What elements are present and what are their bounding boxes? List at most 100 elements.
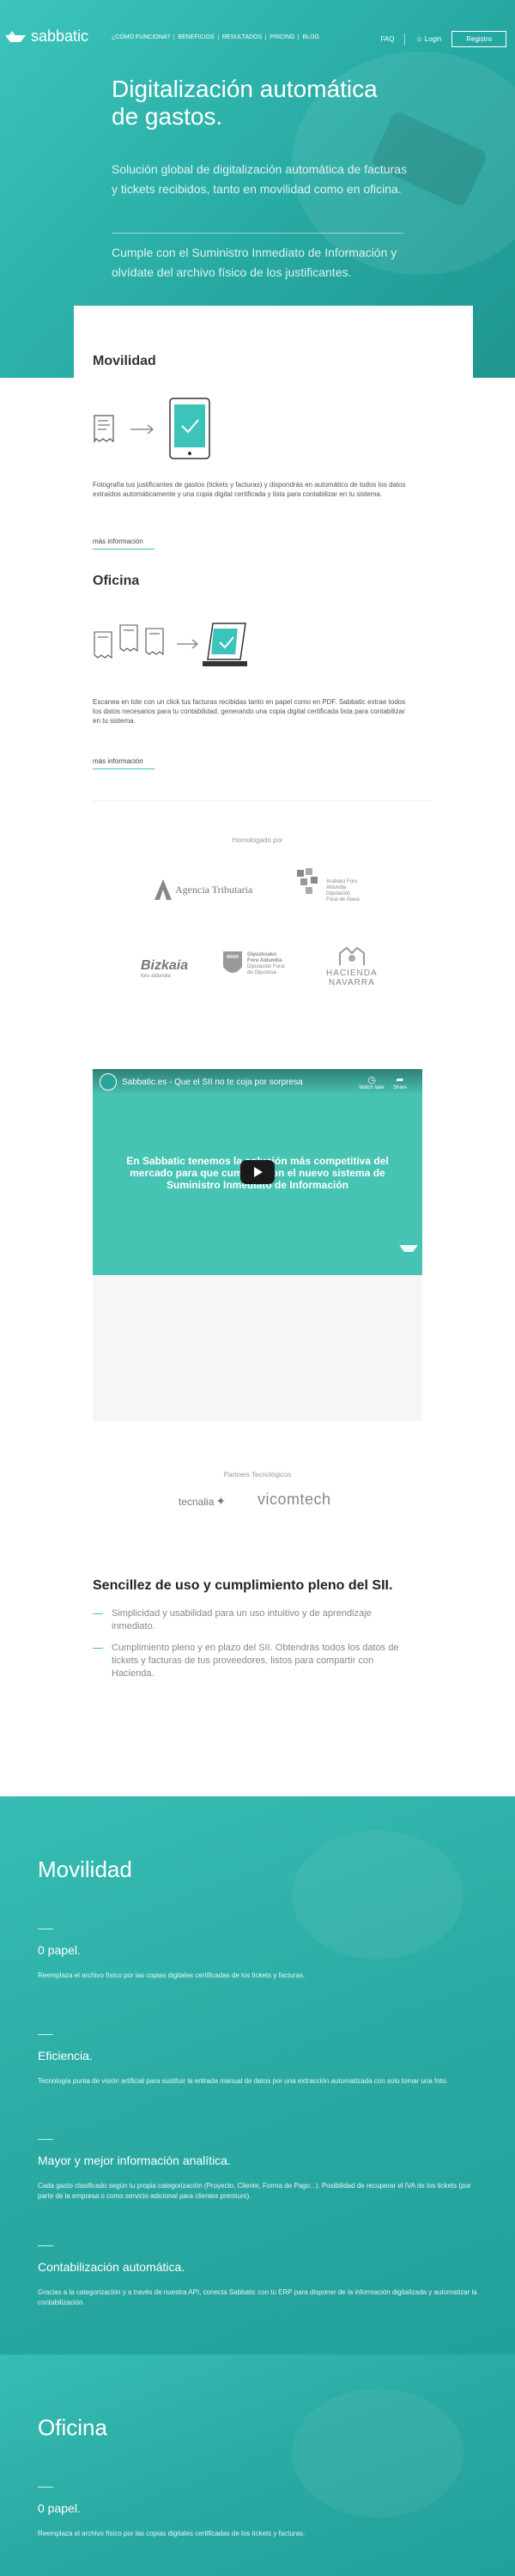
watch-later-button[interactable]: ◷ Watch later — [359, 1074, 385, 1091]
scanner-illustration — [94, 623, 247, 666]
gipuzkoa-text: Gipuzkoako Foru Aldundia Diputación Fora… — [247, 952, 285, 976]
share-button[interactable]: ➦ Share — [393, 1074, 407, 1091]
oficina-text: Escanea en lote con un click tus factura… — [93, 698, 406, 725]
nav-faq[interactable]: FAQ — [380, 35, 394, 43]
nav-right: FAQ ☺ Login Registro — [380, 31, 506, 47]
feature-item: Eficiencia. Tecnología punta de visión a… — [38, 2034, 484, 2087]
oficina-title: Oficina — [93, 574, 140, 588]
feature-item-title: 0 papel. — [38, 1943, 81, 1957]
movilidad-title: Movilidad — [93, 354, 156, 368]
vicomtech-name: vicomtech — [258, 1491, 331, 1508]
nav-beneficios[interactable]: BENEFICIOS — [174, 34, 219, 40]
play-icon — [254, 1167, 263, 1177]
boat-watermark-icon — [399, 1245, 418, 1252]
scanner-icon — [203, 623, 247, 666]
youtube-video-embed[interactable]: Sabbatic.es - Que el SII no te coja por … — [93, 1069, 422, 1275]
feature-item-text: Reemplaza el archivo físico por las copi… — [38, 1971, 306, 1979]
watch-later-label: Watch later — [359, 1085, 385, 1091]
feature-item-title: 0 papel. — [38, 2501, 81, 2515]
video-placeholder-area — [93, 1275, 422, 1421]
feature-bar — [38, 2139, 53, 2140]
feature-item-title: Eficiencia. — [38, 2049, 93, 2063]
hero-phone-image — [369, 109, 489, 209]
login-link[interactable]: ☺ Login — [415, 35, 441, 43]
receipt-icon — [94, 415, 114, 443]
hacienda-navarra-logo: HACIENDA NAVARRA — [326, 945, 378, 987]
nav-resultados[interactable]: RESULTADOS — [219, 34, 267, 40]
sencillez-title: Sencillez de uso y cumplimiento pleno de… — [93, 1578, 393, 1593]
boat-logo-icon — [5, 30, 26, 42]
araba-line-1: Arabako Foru — [326, 879, 358, 884]
hero-subtitle-2: Cumple con el Suministro Inmediato de In… — [112, 246, 397, 279]
logo[interactable]: sabbatic — [3, 27, 88, 46]
list-item: Simplicidad y usabilidad para un uso int… — [93, 1607, 402, 1633]
movilidad-text: Fotografía tus justificantes de gastos (… — [93, 481, 406, 498]
feature-item-title: Contabilización automática. — [38, 2260, 185, 2274]
user-icon: ☺ — [415, 35, 423, 43]
partners-title: Partners Tecnológicos — [223, 1471, 292, 1479]
nav-divider — [404, 33, 406, 46]
feature-bar — [38, 2245, 53, 2246]
bizkaia-sub: foru aldundia — [141, 974, 171, 979]
logo-text: sabbatic — [31, 27, 89, 45]
araba-line-2: Aldundia — [326, 885, 347, 890]
login-label: Login — [424, 35, 442, 43]
gipuzkoa-line-3: Diputación Foral — [247, 964, 285, 969]
arrow-right-icon — [177, 639, 198, 649]
feature-movilidad-section: Movilidad 0 papel. Reemplaza el archivo … — [0, 1796, 515, 2354]
feature-item: Mayor y mejor información analítica. Cad… — [38, 2139, 484, 2202]
navarra-line-1: HACIENDA — [326, 969, 378, 978]
feature-item-text: Reemplaza el archivo físico por las copi… — [38, 2530, 306, 2537]
araba-line-3: Diputación — [326, 891, 351, 896]
list-item: Cumplimiento pleno y en plazo del SII. O… — [93, 1642, 402, 1680]
araba-logo: Arabako Foru Aldundia Diputación Foral d… — [295, 864, 360, 903]
bizkaia-name: Bizkaia — [141, 958, 189, 973]
feature-item-text: Gracias a la categorización y a través d… — [38, 2288, 477, 2306]
feature-oficina-section: Oficina 0 papel. Reemplaza el archivo fí… — [0, 2354, 515, 2576]
feature-oficina-title: Oficina — [38, 2415, 107, 2440]
hero-title: Digitalización automática de gastos. — [112, 76, 378, 130]
features-card — [74, 306, 473, 821]
nav-pricing[interactable]: PRICING — [266, 34, 300, 40]
feature-movilidad-title: Movilidad — [38, 1856, 132, 1882]
agencia-tributaria-logo: Agencia Tributaria — [153, 878, 252, 902]
share-icon: ➦ — [396, 1075, 404, 1085]
nav-blog[interactable]: BLOG — [299, 34, 322, 40]
hero-divider — [112, 233, 403, 234]
navarra-crest-icon — [338, 946, 365, 965]
gipuzkoa-line-4: de Gipuzkoa — [247, 970, 276, 975]
smartphone-icon — [169, 398, 210, 459]
gipuzkoa-line-1: Gipuzkoako — [247, 952, 277, 957]
channel-avatar[interactable] — [100, 1073, 117, 1091]
tecnalia-mark-icon: ✦ — [215, 1494, 227, 1508]
register-button[interactable]: Registro — [451, 31, 506, 47]
araba-line-4: Foral de Álava — [326, 897, 360, 902]
clock-icon: ◷ — [367, 1075, 376, 1085]
vicomtech-logo: vicomtech — [258, 1491, 331, 1509]
feature-item-text: Tecnología punta de visión artificial pa… — [38, 2077, 448, 2085]
hero-subtitle: Solución global de digitalización automá… — [112, 162, 407, 196]
oficina-more-link[interactable]: más información — [93, 757, 154, 769]
gipuzkoa-line-2: Foru Aldundia — [247, 958, 282, 963]
gipuzkoa-logo: Gipuzkoako Foru Aldundia Diputación Fora… — [221, 950, 285, 979]
bizkaia-logo: Bizkaia foru aldundia — [141, 958, 188, 980]
movilidad-more-link[interactable]: más información — [93, 538, 154, 550]
feature-item-title: Mayor y mejor información analítica. — [38, 2154, 231, 2167]
share-label: Share — [393, 1085, 408, 1091]
sencillez-list: Simplicidad y usabilidad para un uso int… — [93, 1607, 402, 1689]
tecnalia-name: tecnalia — [179, 1495, 215, 1508]
feature-item: Contabilización automática. Gracias a la… — [38, 2245, 484, 2308]
section-divider — [93, 800, 432, 801]
arrow-right-icon — [130, 424, 154, 434]
feature-item-text: Cada gasto clasificado según tu propia c… — [38, 2182, 471, 2200]
navarra-line-2: NAVARRA — [328, 978, 375, 987]
main-nav: ¿CÓMO FUNCIONA? BENEFICIOS RESULTADOS PR… — [108, 34, 323, 40]
video-title[interactable]: Sabbatic.es - Que el SII no te coja por … — [122, 1078, 303, 1087]
feature-bar — [38, 2034, 53, 2035]
nav-como-funciona[interactable]: ¿CÓMO FUNCIONA? — [108, 34, 175, 40]
feature-bar — [38, 2487, 53, 2488]
feature-item: 0 papel. Reemplaza el archivo físico por… — [38, 1929, 484, 1981]
play-button[interactable] — [240, 1160, 275, 1184]
invoices-icon — [94, 624, 164, 659]
mobile-receipt-illustration — [94, 398, 210, 459]
